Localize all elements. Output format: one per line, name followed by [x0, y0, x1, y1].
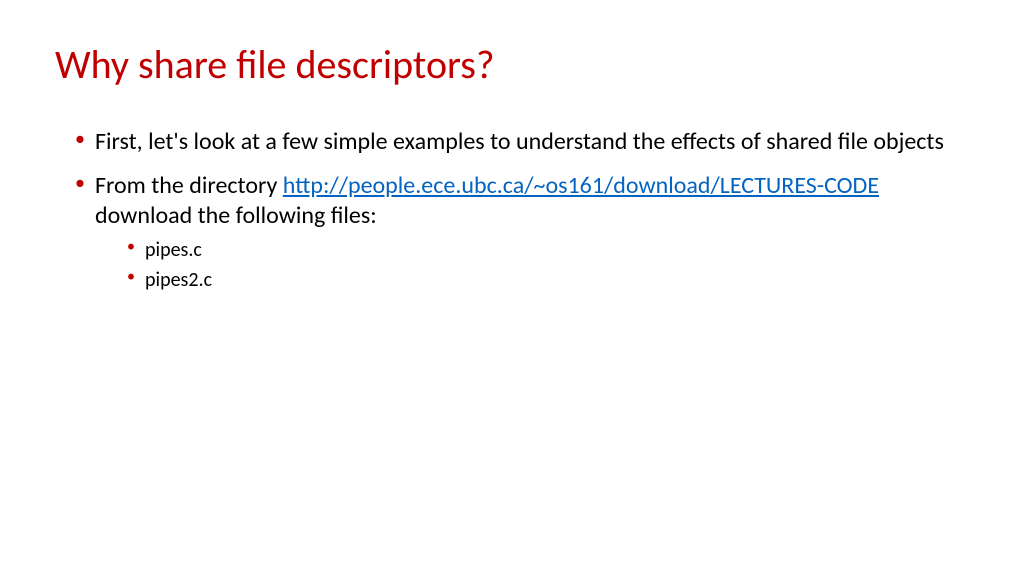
slide: Why share file descriptors? First, let's… [0, 0, 1024, 576]
bullet-list: First, let's look at a few simple exampl… [55, 127, 969, 293]
sub-bullet-list: pipes.c pipes2.c [95, 237, 969, 293]
bullet-text-1: First, let's look at a few simple exampl… [95, 127, 944, 156]
sub-bullet-1-text: pipes.c [145, 238, 202, 262]
bullet-2-post: download the following files: [95, 201, 377, 230]
lectures-code-link[interactable]: http://people.ece.ubc.ca/~os161/download… [283, 171, 879, 200]
bullet-2-pre: From the directory [95, 171, 283, 200]
sub-bullet-2: pipes2.c [127, 267, 969, 293]
bullet-item-1: First, let's look at a few simple exampl… [75, 127, 969, 157]
bullet-item-2: From the directory http://people.ece.ubc… [75, 171, 969, 293]
sub-bullet-2-text: pipes2.c [145, 268, 212, 292]
sub-bullet-1: pipes.c [127, 237, 969, 263]
slide-title: Why share file descriptors? [55, 40, 969, 89]
